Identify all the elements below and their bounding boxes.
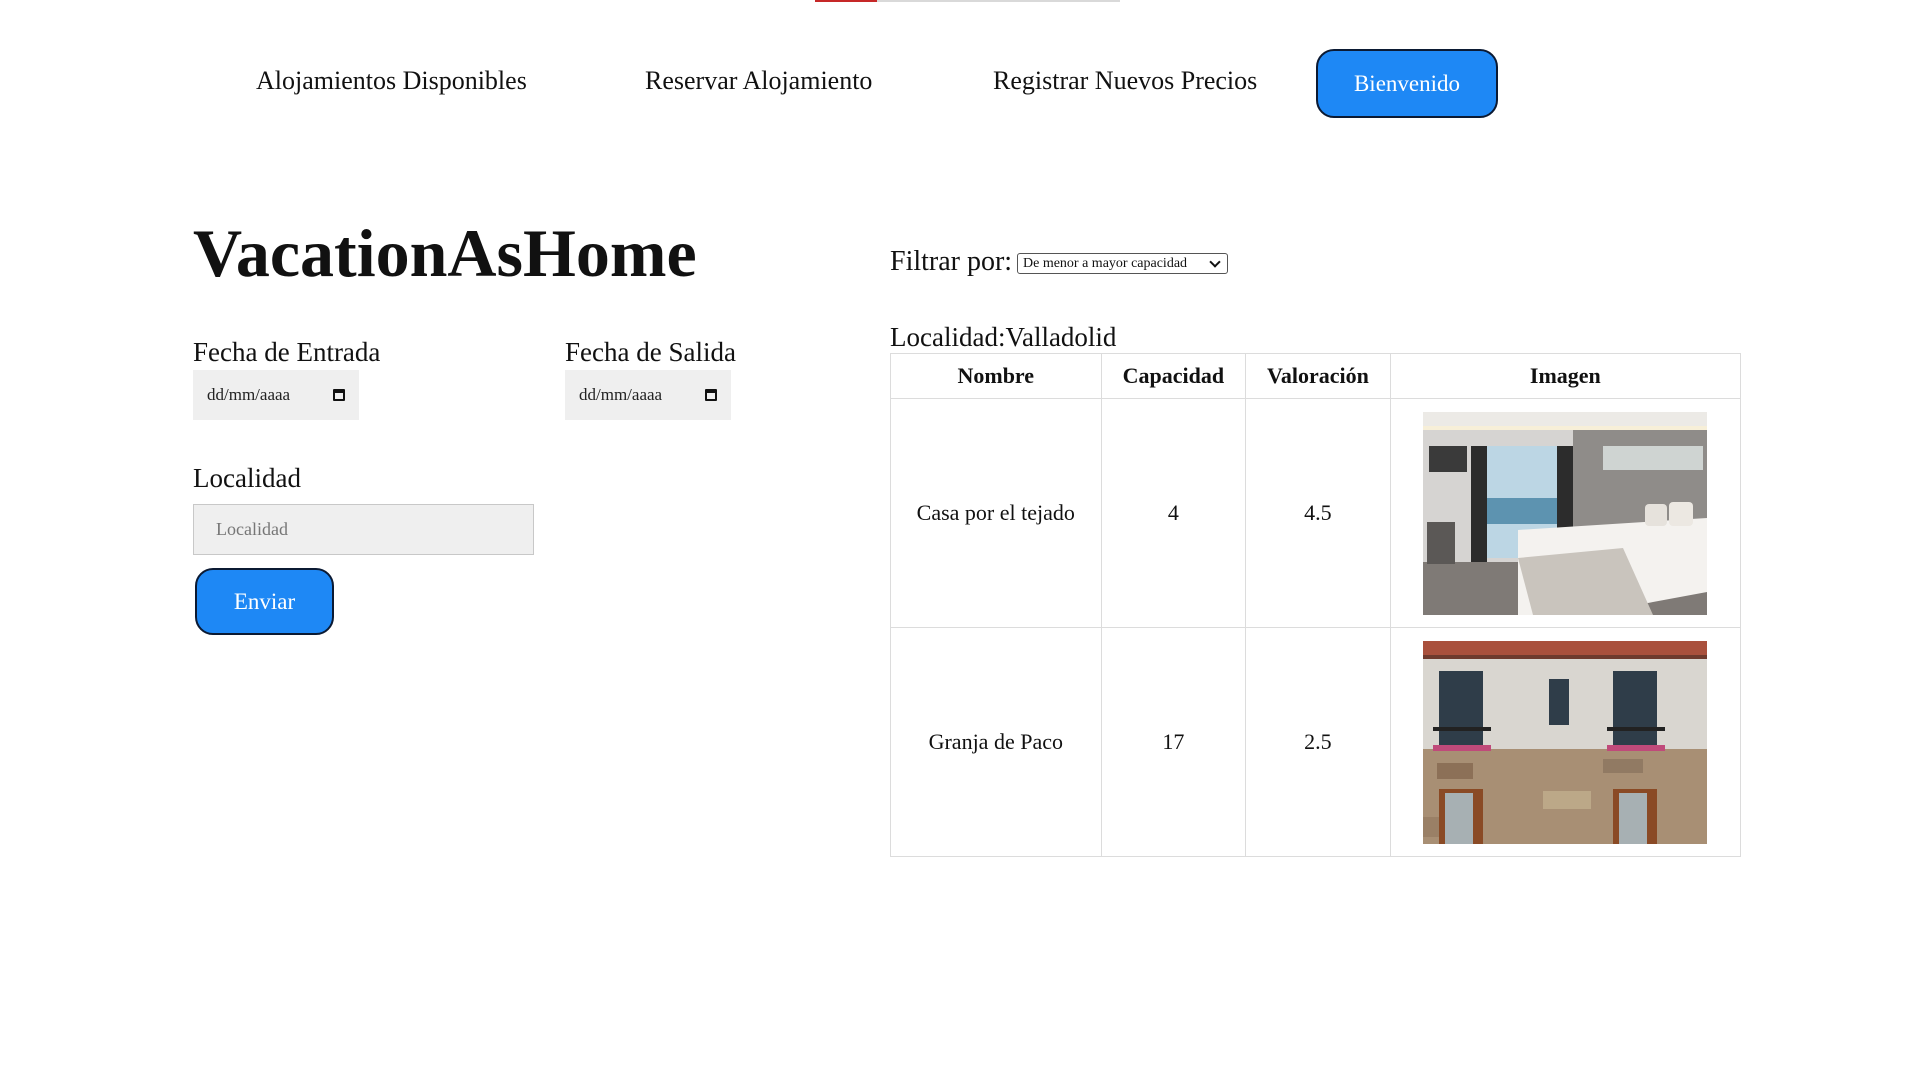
checkin-date-input[interactable]: dd/mm/aaaa (193, 370, 359, 420)
table-row: Granja de Paco 17 2.5 (890, 627, 1742, 857)
cell-valoracion: 2.5 (1245, 627, 1391, 857)
cell-valoracion: 4.5 (1245, 398, 1391, 628)
filter-select[interactable]: De menor a mayor capacidad (1017, 253, 1228, 274)
nav-link-registrar-precios[interactable]: Registrar Nuevos Precios (993, 66, 1257, 96)
results-table: Nombre Capacidad Valoración Imagen Casa … (890, 353, 1742, 857)
checkin-date-value: dd/mm/aaaa (207, 385, 291, 404)
checkout-date-input[interactable]: dd/mm/aaaa (565, 370, 731, 420)
checkout-label: Fecha de Salida (565, 337, 736, 367)
welcome-button[interactable]: Bienvenido (1316, 49, 1498, 118)
location-label: Localidad (193, 463, 301, 493)
checkout-date-value: dd/mm/aaaa (579, 385, 663, 404)
filter-selected-value: De menor a mayor capacidad (1023, 255, 1188, 271)
stone-house-facade-photo (1423, 640, 1708, 844)
top-progress-accent (815, 0, 877, 2)
table-row: Casa por el tejado 4 4.5 (890, 398, 1742, 628)
cell-imagen (1389, 627, 1742, 857)
nav-link-alojamientos[interactable]: Alojamientos Disponibles (256, 66, 527, 96)
column-header-nombre: Nombre (890, 353, 1102, 399)
table-header-row: Nombre Capacidad Valoración Imagen (890, 353, 1742, 399)
hotel-bedroom-photo (1423, 411, 1708, 615)
nav-link-reservar[interactable]: Reservar Alojamiento (645, 66, 872, 96)
cell-capacidad: 17 (1100, 627, 1247, 857)
top-progress-line (815, 0, 1120, 2)
cell-capacidad: 4 (1100, 398, 1247, 628)
column-header-valoracion: Valoración (1245, 353, 1391, 399)
page-title: VacationAsHome (193, 215, 697, 291)
cell-nombre: Casa por el tejado (890, 398, 1102, 628)
column-header-capacidad: Capacidad (1100, 353, 1247, 399)
submit-button[interactable]: Enviar (195, 568, 334, 635)
cell-nombre: Granja de Paco (890, 627, 1102, 857)
calendar-icon[interactable] (333, 389, 345, 401)
calendar-icon[interactable] (705, 389, 717, 401)
cell-imagen (1389, 398, 1742, 628)
filter-label: Filtrar por: (890, 246, 1013, 277)
location-input[interactable] (193, 504, 534, 555)
column-header-imagen: Imagen (1389, 353, 1742, 399)
checkin-label: Fecha de Entrada (193, 337, 381, 367)
results-location-heading: Localidad:Valladolid (890, 322, 1117, 352)
chevron-down-icon (1209, 255, 1221, 268)
